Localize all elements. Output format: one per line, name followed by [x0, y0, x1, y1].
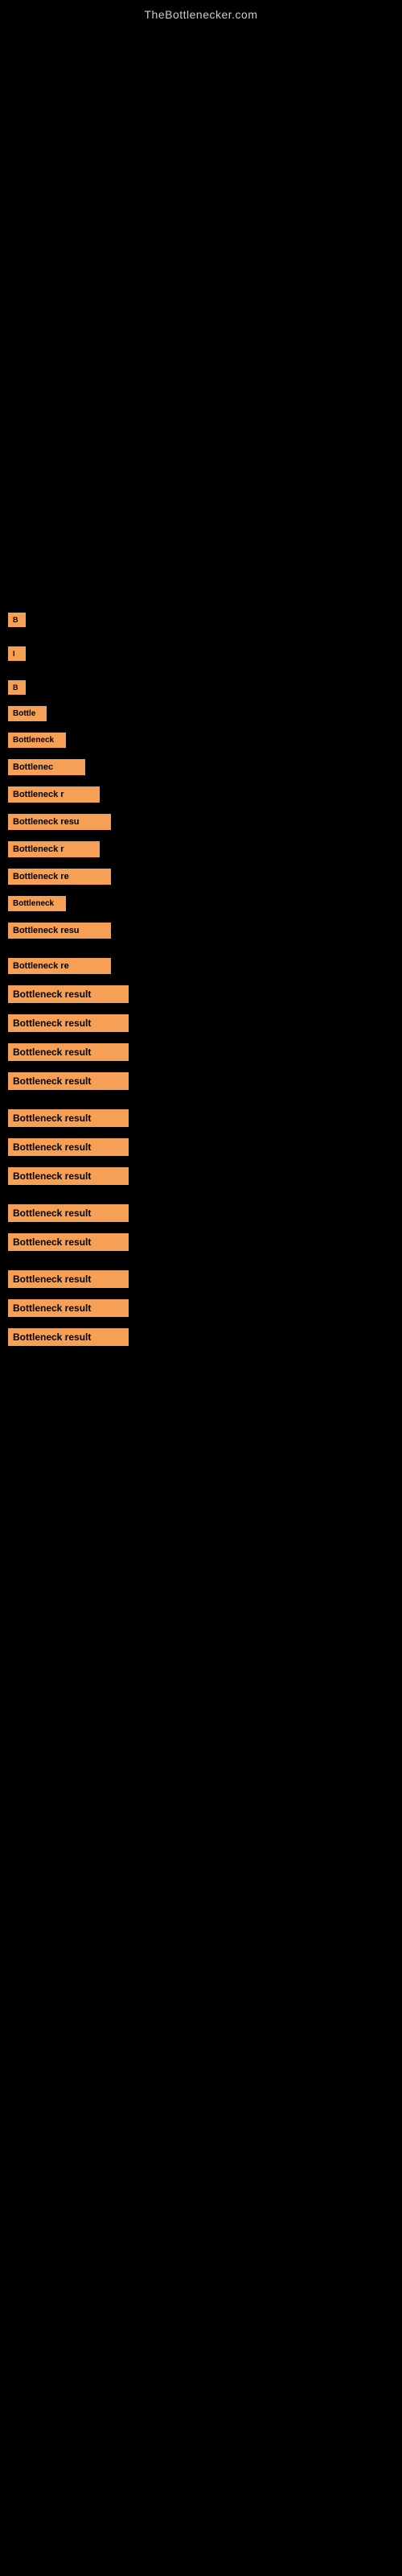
- list-item: Bottleneck result: [8, 1072, 394, 1090]
- list-item: Bottleneck: [8, 733, 394, 748]
- bottleneck-label[interactable]: Bottleneck result: [8, 1014, 129, 1032]
- list-item: Bottleneck resu: [8, 923, 394, 939]
- bottleneck-label[interactable]: B: [8, 613, 26, 627]
- bottleneck-label[interactable]: Bottleneck result: [8, 1109, 129, 1127]
- list-item: I: [8, 646, 394, 661]
- list-item: Bottleneck r: [8, 786, 394, 803]
- bottleneck-label[interactable]: Bottleneck resu: [8, 923, 111, 939]
- list-item: Bottlenec: [8, 759, 394, 775]
- list-item: Bottleneck result: [8, 1167, 394, 1185]
- bottleneck-label[interactable]: Bottleneck result: [8, 1299, 129, 1317]
- list-item: Bottleneck result: [8, 1299, 394, 1317]
- list-item: B: [8, 613, 394, 627]
- list-item: Bottle: [8, 706, 394, 721]
- bottleneck-label[interactable]: Bottleneck result: [8, 1204, 129, 1222]
- list-item: Bottleneck result: [8, 1328, 394, 1346]
- list-item: Bottleneck: [8, 896, 394, 911]
- bottleneck-label[interactable]: Bottleneck: [8, 733, 66, 748]
- bottleneck-label[interactable]: Bottleneck result: [8, 1043, 129, 1061]
- bottleneck-label[interactable]: Bottleneck re: [8, 869, 111, 885]
- list-item: Bottleneck result: [8, 985, 394, 1003]
- bottleneck-label[interactable]: Bottleneck re: [8, 958, 111, 974]
- bottleneck-label[interactable]: Bottleneck result: [8, 1328, 129, 1346]
- list-item: Bottleneck re: [8, 958, 394, 974]
- bottleneck-label[interactable]: B: [8, 680, 26, 695]
- bottleneck-label[interactable]: Bottleneck result: [8, 985, 129, 1003]
- bottleneck-label[interactable]: I: [8, 646, 26, 661]
- bottleneck-label[interactable]: Bottleneck result: [8, 1072, 129, 1090]
- list-item: Bottleneck result: [8, 1109, 394, 1127]
- list-item: Bottleneck result: [8, 1270, 394, 1288]
- bottleneck-label[interactable]: Bottleneck r: [8, 841, 100, 857]
- chart-area: [16, 33, 386, 597]
- list-item: Bottleneck re: [8, 869, 394, 885]
- bottleneck-label[interactable]: Bottleneck result: [8, 1138, 129, 1156]
- bottleneck-label[interactable]: Bottleneck r: [8, 786, 100, 803]
- list-item: Bottleneck result: [8, 1014, 394, 1032]
- bottleneck-label[interactable]: Bottle: [8, 706, 47, 721]
- list-item: Bottleneck r: [8, 841, 394, 857]
- bottleneck-label[interactable]: Bottleneck: [8, 896, 66, 911]
- site-title-container: TheBottlenecker.com: [0, 0, 402, 25]
- site-title: TheBottlenecker.com: [0, 0, 402, 25]
- bottleneck-label[interactable]: Bottleneck result: [8, 1167, 129, 1185]
- list-item: Bottleneck result: [8, 1138, 394, 1156]
- bottleneck-label[interactable]: Bottleneck result: [8, 1270, 129, 1288]
- bottleneck-label[interactable]: Bottlenec: [8, 759, 85, 775]
- bottleneck-list: B I B Bottle Bottleneck Bottlenec Bottleneck r…: [0, 613, 402, 1346]
- bottleneck-label[interactable]: Bottleneck result: [8, 1233, 129, 1251]
- list-item: Bottleneck result: [8, 1043, 394, 1061]
- list-item: Bottleneck result: [8, 1233, 394, 1251]
- list-item: B: [8, 680, 394, 695]
- list-item: Bottleneck result: [8, 1204, 394, 1222]
- list-item: Bottleneck resu: [8, 814, 394, 830]
- bottleneck-label[interactable]: Bottleneck resu: [8, 814, 111, 830]
